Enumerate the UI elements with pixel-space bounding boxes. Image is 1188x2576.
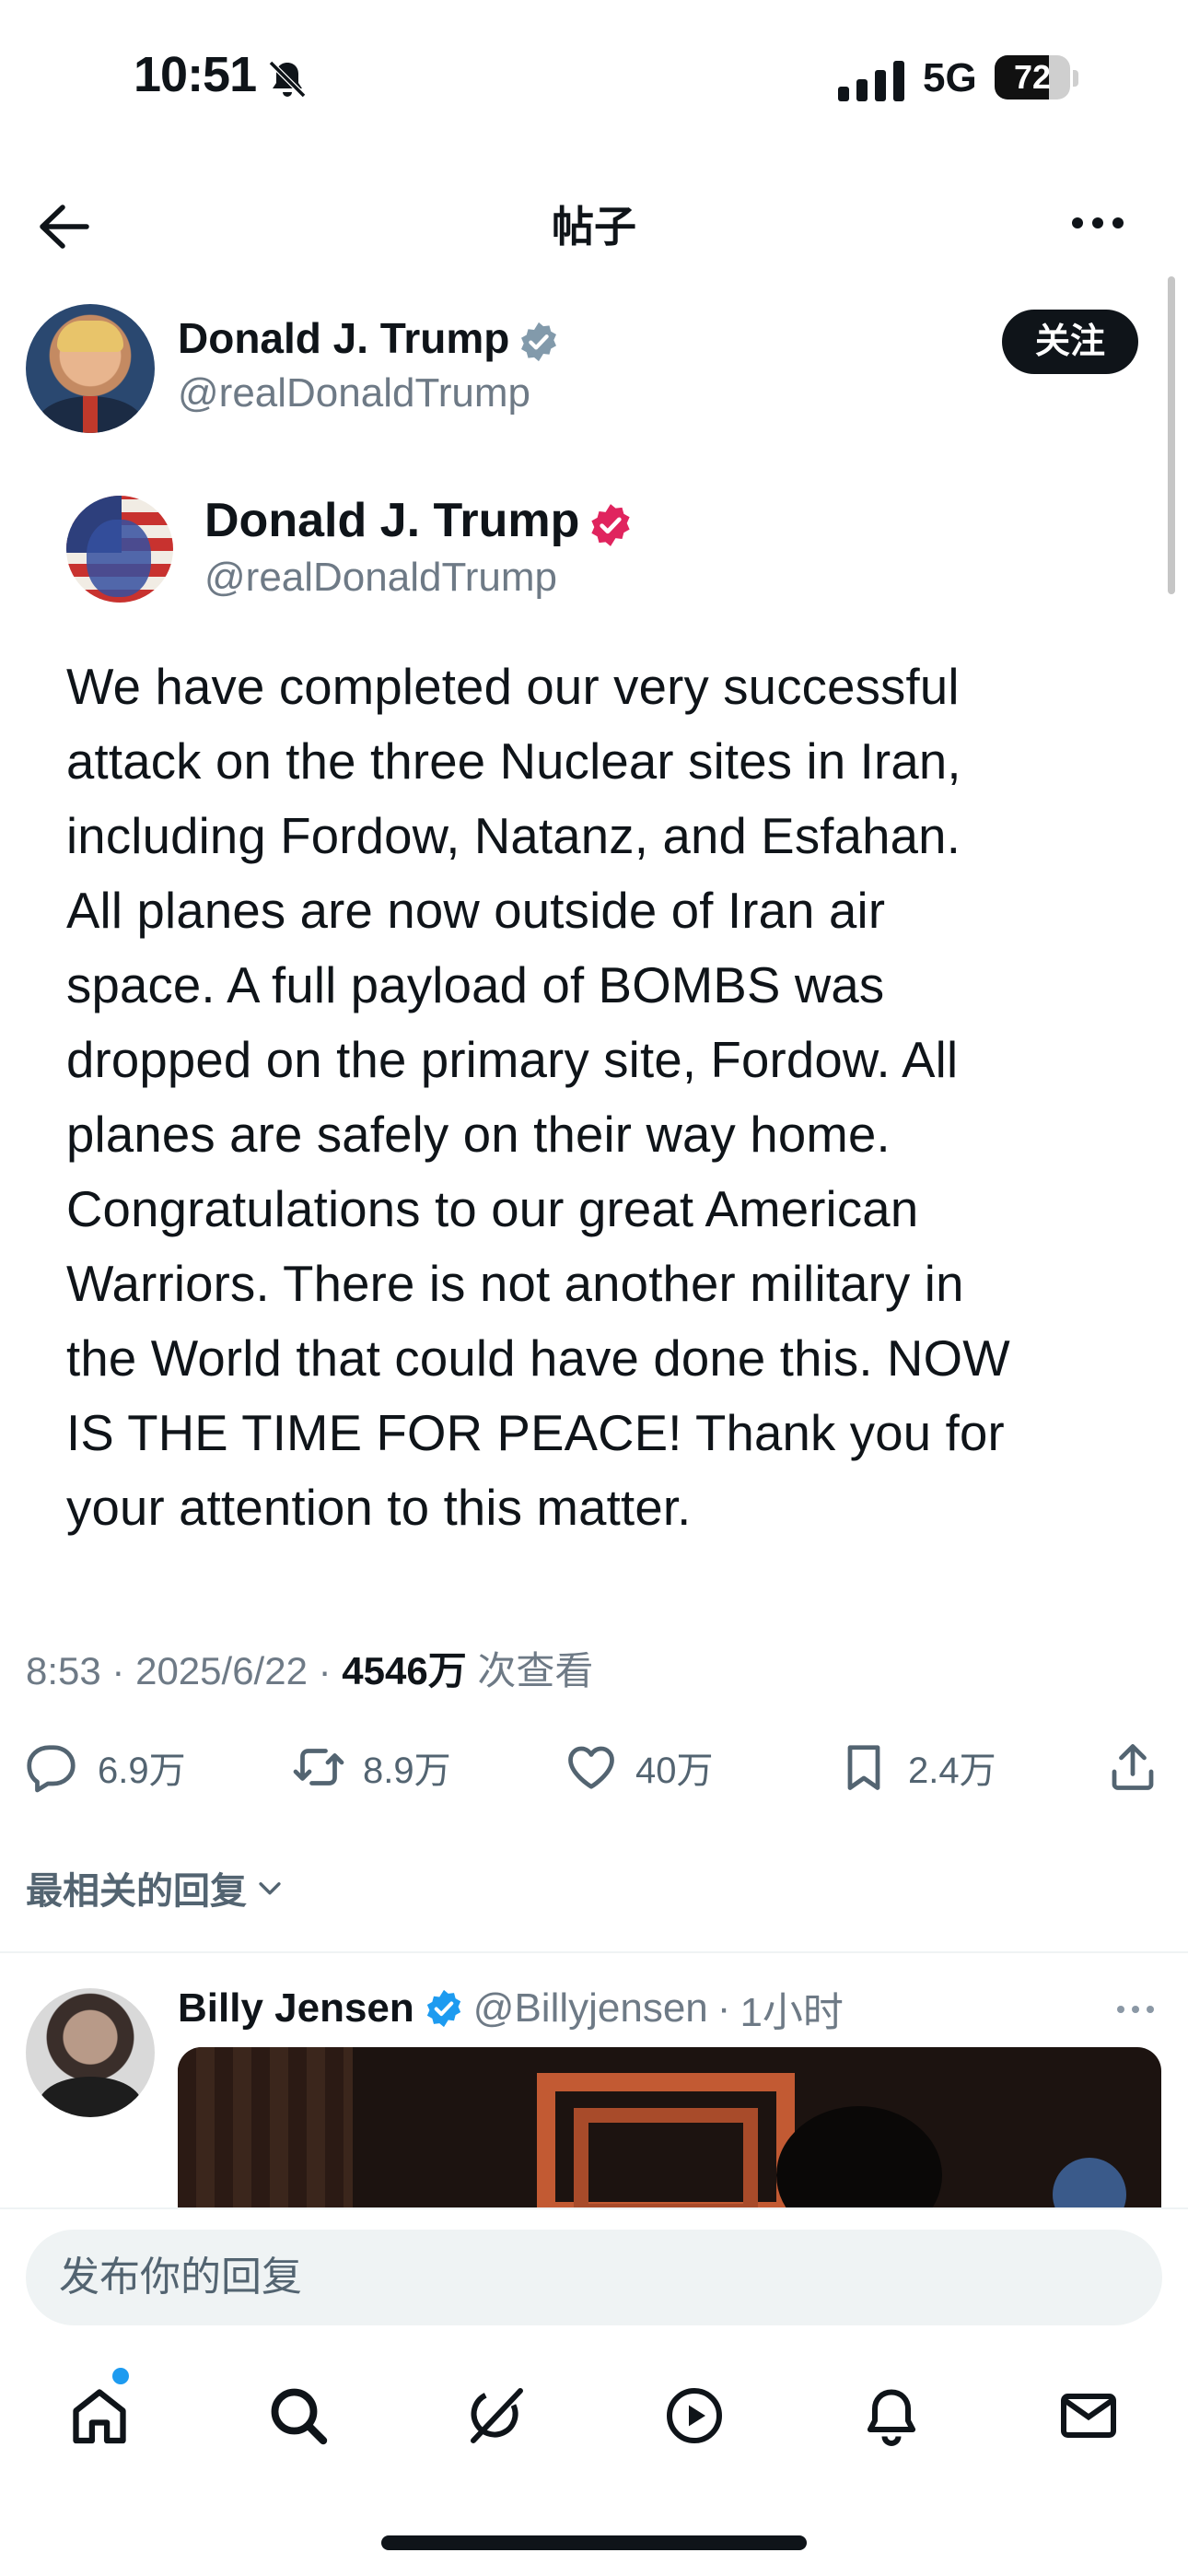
bookmark-icon xyxy=(847,1745,880,1790)
verified-badge-icon xyxy=(591,504,630,546)
reply-time: 1小时 xyxy=(740,1990,844,2035)
reply-media-image[interactable] xyxy=(178,2047,1161,2213)
author-handle[interactable]: @realDonaldTrump xyxy=(178,370,530,416)
share-icon xyxy=(1112,1744,1154,1790)
nav-messages[interactable] xyxy=(1055,2383,1122,2449)
replies-sort-dropdown[interactable]: 最相关的回复 xyxy=(26,1861,285,1914)
reply-icon xyxy=(27,1745,76,1793)
home-icon xyxy=(73,2389,126,2444)
meta-separator: · xyxy=(318,1649,332,1692)
reply-count: 6.9万 xyxy=(98,1751,186,1791)
nav-search[interactable] xyxy=(265,2383,332,2449)
reply-author-handle[interactable]: @Billyjensen xyxy=(473,1985,708,2032)
post-body-text: We have completed our very successful at… xyxy=(66,659,1010,1536)
post-date: 2025/6/22 xyxy=(135,1649,308,1692)
embedded-post-avatar xyxy=(66,496,173,603)
meta-separator: · xyxy=(111,1649,125,1692)
reply-avatar[interactable] xyxy=(26,1988,155,2117)
scrollbar[interactable] xyxy=(1168,276,1175,594)
views-count: 4546万 xyxy=(342,1649,467,1692)
bookmark-count: 2.4万 xyxy=(908,1751,996,1791)
bookmark-button[interactable]: 2.4万 xyxy=(836,1739,996,1795)
repost-icon xyxy=(293,1749,344,1786)
nav-grok[interactable] xyxy=(462,2383,529,2449)
notification-dot xyxy=(112,2368,129,2384)
cellular-signal-icon xyxy=(838,61,904,101)
bell-icon xyxy=(867,2389,916,2446)
chevron-down-icon xyxy=(259,1882,281,1895)
repost-button[interactable]: 8.9万 xyxy=(291,1739,451,1795)
divider xyxy=(0,1951,1188,1953)
video-play-icon xyxy=(667,2388,722,2443)
verified-badge-icon xyxy=(426,1989,460,2028)
battery-icon: 72 xyxy=(995,55,1079,101)
embedded-post-handle: @realDonaldTrump xyxy=(204,555,557,600)
views-label: 次查看 xyxy=(477,1649,594,1692)
grok-icon xyxy=(471,2388,523,2443)
network-type: 5G xyxy=(923,55,977,100)
more-options-icon[interactable] xyxy=(1114,1997,1157,2021)
post-time: 8:53 xyxy=(26,1649,101,1692)
bell-mute-icon xyxy=(268,60,307,99)
reply-author-name[interactable]: Billy Jensen xyxy=(178,1985,414,2032)
more-options-icon[interactable] xyxy=(1068,205,1127,241)
status-time: 10:51 xyxy=(134,47,257,102)
page-title: 帖子 xyxy=(552,203,636,251)
reply-input[interactable] xyxy=(26,2230,1162,2325)
verified-badge-icon xyxy=(521,322,556,362)
follow-button[interactable]: 关注 xyxy=(1002,310,1138,374)
reply-header: Billy Jensen @Billyjensen · 1小时 xyxy=(178,1979,844,2038)
embedded-post-name: Donald J. Trump xyxy=(204,494,580,547)
repost-count: 8.9万 xyxy=(363,1751,451,1791)
reply-button[interactable]: 6.9万 xyxy=(26,1739,186,1795)
search-icon xyxy=(271,2388,328,2445)
battery-level: 72 xyxy=(1013,58,1052,96)
mail-icon xyxy=(1061,2394,1116,2438)
heart-icon xyxy=(568,1746,614,1789)
nav-notifications[interactable] xyxy=(858,2383,925,2449)
home-indicator xyxy=(381,2535,807,2550)
author-avatar[interactable] xyxy=(26,304,155,433)
nav-home[interactable] xyxy=(66,2383,133,2449)
share-button[interactable] xyxy=(1105,1739,1160,1795)
post-meta: 8:53 · 2025/6/22 · 4546万 次查看 xyxy=(26,1640,593,1696)
like-count: 40万 xyxy=(635,1751,714,1791)
reply-separator: · xyxy=(716,1985,731,2031)
replies-sort-label: 最相关的回复 xyxy=(26,1871,247,1912)
nav-video[interactable] xyxy=(661,2383,728,2449)
like-button[interactable]: 40万 xyxy=(564,1739,714,1795)
author-name[interactable]: Donald J. Trump xyxy=(178,313,509,363)
